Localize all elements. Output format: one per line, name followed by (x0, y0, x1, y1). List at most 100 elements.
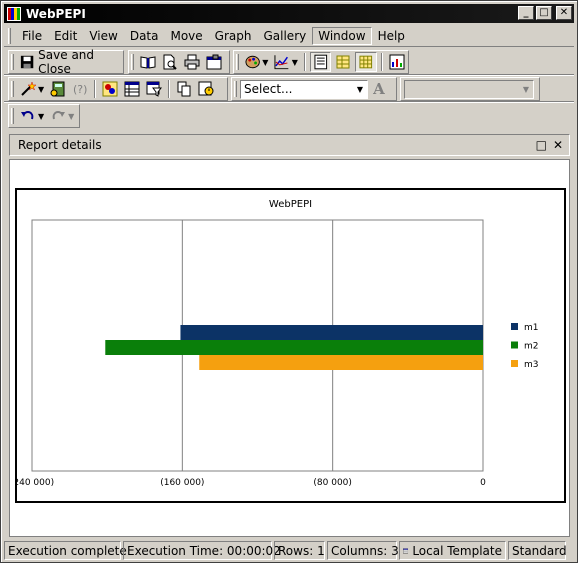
menu-graph[interactable]: Graph (209, 27, 258, 45)
undo-icon (21, 110, 34, 120)
floppy-disk-icon (20, 55, 34, 69)
chevron-down-icon[interactable]: ▼ (262, 58, 268, 67)
color-palette-button[interactable]: ▼ (243, 52, 270, 72)
report-title: Report details (18, 138, 102, 152)
toolbar-grip[interactable] (234, 81, 237, 97)
grid-view-button[interactable] (355, 52, 377, 72)
formula-button[interactable]: (?) (70, 79, 90, 99)
printer-icon (184, 54, 200, 70)
menu-file[interactable]: File (16, 27, 48, 45)
filter-icon (146, 81, 163, 97)
status-rows: Rows: 1 (274, 541, 325, 560)
app-icon (7, 6, 21, 21)
restore-icon[interactable]: □ (536, 138, 547, 152)
open-button[interactable] (138, 52, 158, 72)
properties-icon (206, 54, 222, 70)
toolbar-row-3: ▼ ▼ (4, 103, 80, 129)
toolbar-separator (381, 53, 383, 71)
magic-wand-icon (21, 81, 36, 96)
status-template-label: Local Template (412, 543, 502, 558)
toolbar-grip[interactable] (11, 54, 14, 70)
font-icon: A (373, 80, 385, 98)
open-book-icon (140, 56, 156, 69)
menu-help[interactable]: Help (372, 27, 411, 45)
copy-icon (177, 81, 191, 97)
x-tick-label: (80 000) (313, 478, 352, 488)
chevron-down-icon[interactable]: ▼ (68, 112, 74, 121)
status-time: Execution Time: 00:00:02 (123, 541, 281, 560)
save-and-close-label: Save and Close (38, 48, 95, 76)
filter-button[interactable] (144, 79, 164, 99)
layout-button[interactable] (122, 79, 142, 99)
style-toolbar: Select... ▼ A (231, 77, 397, 101)
legend-swatch-m2 (511, 341, 518, 349)
menu-data[interactable]: Data (124, 27, 165, 45)
menu-bar: File Edit View Data Move Graph Gallery W… (4, 25, 574, 47)
print-preview-icon (163, 54, 177, 70)
toolbar-separator (168, 80, 171, 98)
toolbar-separator (303, 53, 306, 71)
dimensions-icon (102, 81, 118, 97)
minimize-button[interactable]: _ (518, 6, 534, 20)
report-header: Report details □ ✕ (9, 134, 570, 156)
undo-toolbar: ▼ ▼ (8, 104, 80, 128)
font-button[interactable]: A (369, 79, 389, 99)
chevron-down-icon[interactable]: ▼ (353, 82, 367, 97)
calculate-button[interactable] (48, 79, 68, 99)
graph-settings-button[interactable] (387, 52, 407, 72)
toolbar-separator (94, 80, 97, 98)
x-tick-label: (160 000) (160, 478, 204, 488)
toolbar-grip[interactable] (11, 108, 14, 124)
chart-frame: WebPEPI (240 000) (160 000) (80 000) 0 m1 m2 m… (10, 188, 566, 503)
chevron-down-icon[interactable]: ▼ (292, 58, 298, 67)
toolbar-row-2: ▼ (?) Select... ▼ A ▼ (4, 76, 574, 102)
title-bar[interactable]: WebPEPI _ □ ✕ (4, 4, 574, 23)
chart-type-button[interactable]: ▼ (272, 52, 299, 72)
menu-gallery[interactable]: Gallery (257, 27, 312, 45)
schedule-button[interactable] (196, 79, 216, 99)
status-template[interactable]: Local Template (399, 541, 506, 560)
maximize-button[interactable]: □ (536, 6, 552, 20)
menu-edit[interactable]: Edit (48, 27, 83, 45)
disabled-select: ▼ (404, 79, 534, 99)
line-chart-icon (274, 55, 289, 70)
formula-icon: (?) (73, 83, 87, 96)
bar-chart: (240 000) (160 000) (80 000) 0 m1 m2 m3 (10, 219, 539, 488)
file-toolbar (128, 50, 230, 74)
menubar-grip[interactable] (8, 28, 11, 44)
table-view-button[interactable] (333, 52, 353, 72)
redo-button[interactable]: ▼ (48, 106, 76, 126)
style-select[interactable]: Select... ▼ (240, 79, 368, 99)
legend-label-m1: m1 (524, 323, 539, 333)
redo-icon (52, 110, 66, 120)
toolbar-grip[interactable] (236, 54, 239, 70)
menu-window[interactable]: Window (312, 26, 372, 45)
properties-button[interactable] (204, 52, 224, 72)
svg-text:(?): (?) (73, 83, 87, 96)
toolbar-grip[interactable] (131, 54, 134, 70)
table-layout-icon (124, 81, 140, 97)
close-button[interactable]: ✕ (556, 6, 572, 20)
toolbar-grip[interactable] (11, 81, 14, 97)
chevron-down-icon[interactable]: ▼ (38, 85, 44, 94)
bar-m3 (199, 355, 483, 370)
legend-label-m3: m3 (524, 360, 539, 370)
graph-toolbar: ▼ ▼ (233, 50, 409, 74)
chevron-down-icon[interactable]: ▼ (38, 112, 44, 121)
undo-button[interactable]: ▼ (18, 106, 46, 126)
toolbar-row-1: Save and Close ▼ ▼ (4, 48, 574, 76)
legend-swatch-m1 (511, 323, 518, 330)
copy-button[interactable] (174, 79, 194, 99)
legend-swatch-m3 (511, 360, 518, 367)
print-button[interactable] (182, 52, 202, 72)
list-icon (314, 54, 327, 70)
menu-view[interactable]: View (83, 27, 123, 45)
dimensions-button[interactable] (100, 79, 120, 99)
schedule-icon (198, 81, 214, 96)
print-preview-button[interactable] (160, 52, 180, 72)
close-icon[interactable]: ✕ (553, 138, 563, 152)
save-and-close-button[interactable]: Save and Close (18, 48, 122, 76)
wizard-button[interactable]: ▼ (18, 79, 46, 99)
menu-move[interactable]: Move (164, 27, 208, 45)
list-view-button[interactable] (309, 52, 332, 72)
